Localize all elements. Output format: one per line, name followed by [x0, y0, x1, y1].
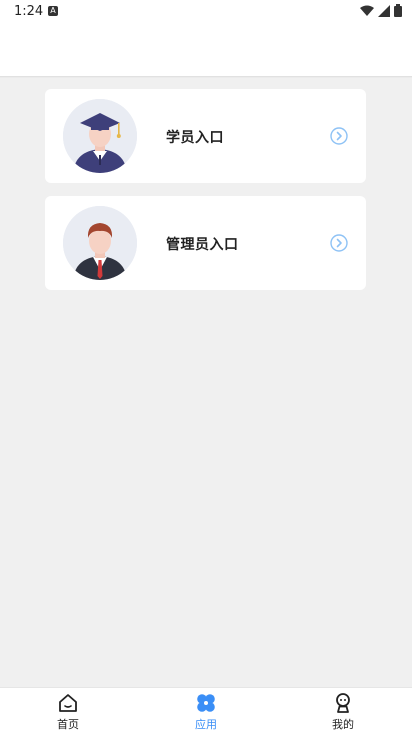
- header-divider: [0, 76, 412, 78]
- student-entry-card[interactable]: 学员入口: [45, 89, 366, 183]
- student-entry-label: 学员入口: [166, 130, 224, 146]
- signal-icon: [378, 4, 390, 17]
- status-bar: 1:24 A: [0, 0, 412, 24]
- admin-avatar-icon: [63, 206, 137, 280]
- bottom-nav: 首页 应用 我的: [0, 687, 412, 735]
- admin-entry-label: 管理员入口: [166, 237, 239, 253]
- nav-mine-label: 我的: [332, 718, 354, 731]
- nav-tab-apps[interactable]: 应用: [166, 692, 246, 732]
- status-a-badge: A: [48, 6, 58, 16]
- nav-tab-mine[interactable]: 我的: [303, 692, 383, 732]
- admin-entry-card[interactable]: 管理员入口: [45, 196, 366, 290]
- battery-icon: [394, 4, 402, 17]
- graduate-avatar-icon: [63, 99, 137, 173]
- chevron-right-icon: [330, 234, 348, 252]
- nav-tab-home[interactable]: 首页: [28, 692, 108, 732]
- status-time: 1:24: [14, 4, 44, 19]
- chevron-right-icon: [330, 127, 348, 145]
- nav-home-label: 首页: [57, 718, 79, 731]
- home-icon: [59, 694, 77, 712]
- app-header: [0, 24, 412, 76]
- wifi-icon: [360, 5, 374, 16]
- apps-icon: [197, 694, 215, 712]
- status-icons: [360, 4, 402, 17]
- profile-icon: [336, 693, 350, 713]
- nav-apps-label: 应用: [195, 718, 217, 731]
